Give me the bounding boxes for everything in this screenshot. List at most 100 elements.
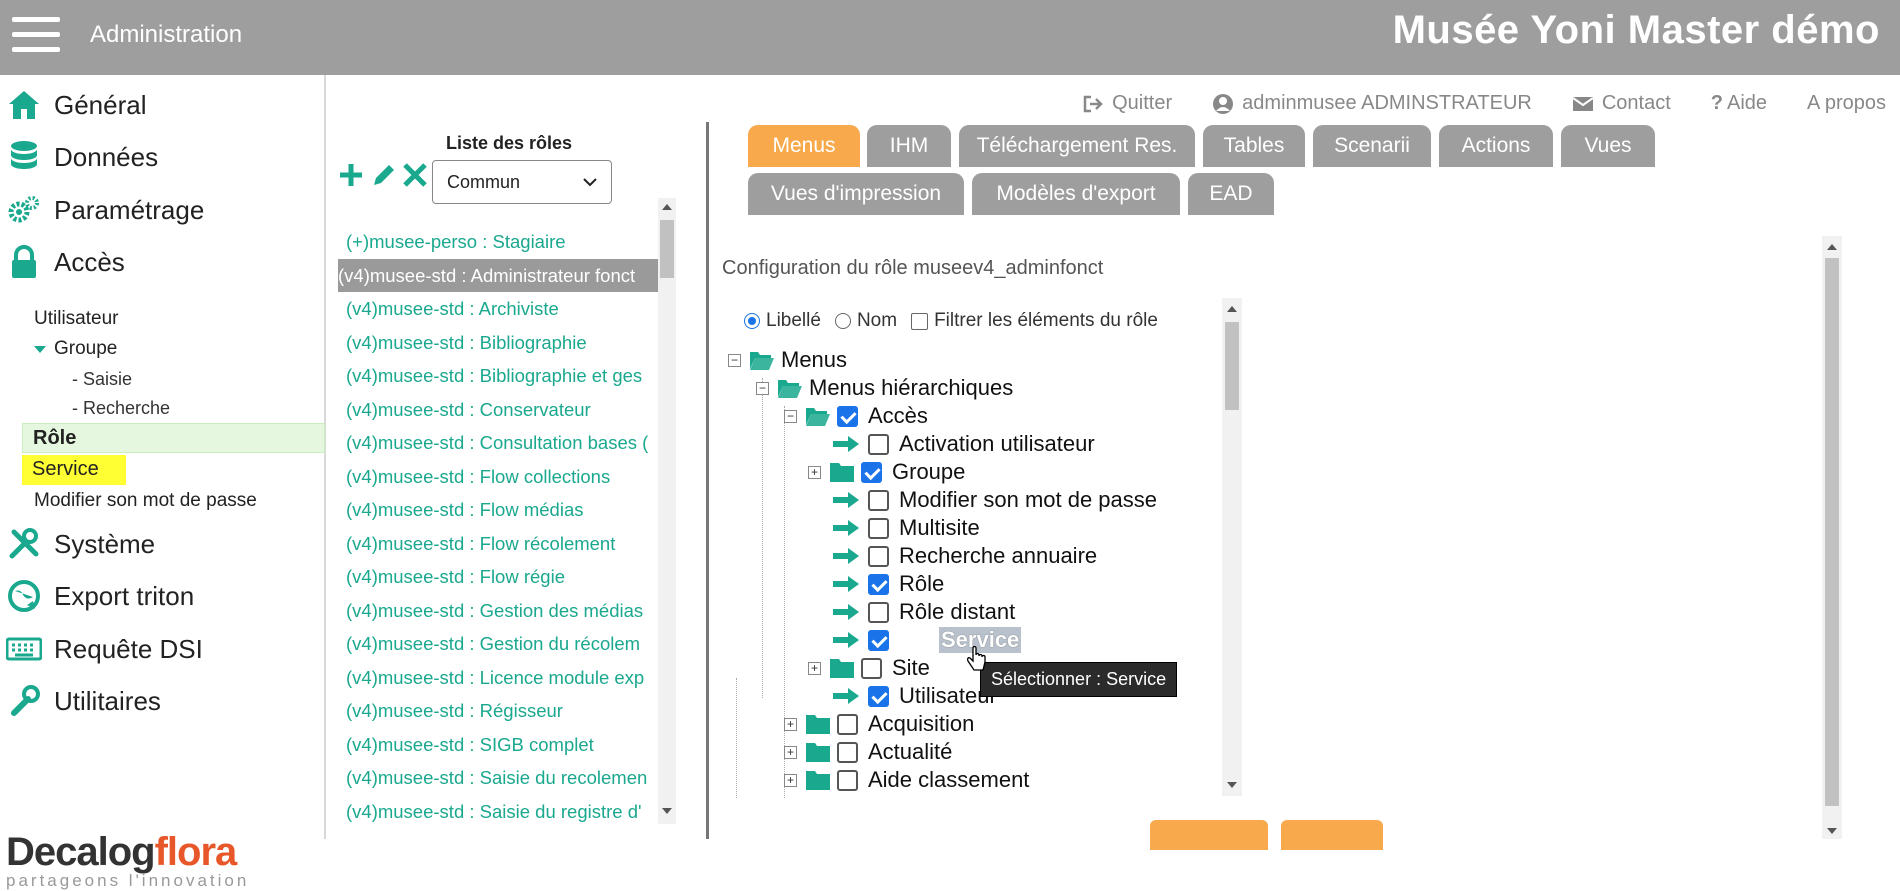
filter-libelle-radio[interactable]: Libellé [744,310,821,332]
tree-checkbox[interactable] [868,629,889,651]
role-list-item[interactable]: (v4)musee-std : Gestion des médias [338,594,666,628]
expand-icon[interactable]: + [784,745,797,759]
tree-node-groupe[interactable]: + Groupe [808,458,965,486]
role-list-item[interactable]: (v4)musee-std : Flow récolement [338,527,666,561]
role-list-item[interactable]: (v4)musee-std : Flow médias [338,493,666,527]
tree-checkbox[interactable] [861,657,882,679]
quitter-link[interactable]: Quitter [1082,92,1172,115]
tree-node-actualite[interactable]: + Actualité [784,738,952,766]
collapse-icon[interactable]: − [756,381,769,395]
tab-ead[interactable]: EAD [1188,173,1274,215]
role-list-item[interactable]: (v4)musee-std : Administrateur fonct [338,258,666,292]
tab-tables[interactable]: Tables [1203,125,1305,167]
tab-vues-impression[interactable]: Vues d'impression [748,173,964,215]
tree-node-service[interactable]: Service [808,626,1022,654]
tree-node-activation-utilisateur[interactable]: Activation utilisateur [808,430,1095,458]
nav-export-triton[interactable]: Export triton [6,576,194,616]
nav-parametrage[interactable]: Paramétrage [6,190,204,230]
user-link[interactable]: adminmusee ADMINSTRATEUR [1212,92,1532,115]
sidebar-item-modifier-mot-de-passe[interactable]: Modifier son mot de passe [34,490,257,512]
filter-nom-radio[interactable]: Nom [834,310,897,332]
tab-menus[interactable]: Menus [748,125,860,167]
edit-pencil-icon[interactable] [370,161,396,189]
nav-requete-dsi[interactable]: Requête DSI [6,629,203,669]
tree-checkbox[interactable] [861,461,882,483]
tree-node-acces[interactable]: − Accès [784,402,928,430]
role-list-item[interactable]: (v4)musee-std : Régisseur [338,694,666,728]
tree-checkbox[interactable] [868,433,889,455]
add-icon[interactable] [338,161,364,189]
panel-divider[interactable] [706,122,709,839]
tree-node-menus-hierarchiques[interactable]: − Menus hiérarchiques [756,374,1013,402]
sidebar-item-utilisateur[interactable]: Utilisateur [34,308,118,330]
nav-acces[interactable]: Accès [6,242,125,282]
filter-role-checkbox[interactable]: Filtrer les éléments du rôle [911,310,1158,332]
primary-action-button[interactable] [1150,820,1268,850]
role-list-item[interactable]: (+)musee-perso : Stagiaire [338,225,666,259]
role-list-item[interactable]: (v4)musee-std : Gestion du récolem [338,627,666,661]
role-list-item[interactable]: (v4)musee-std : Saisie du recolemen [338,761,666,795]
secondary-action-button[interactable] [1281,820,1383,850]
role-list-item[interactable]: (v4)musee-std : Bibliographie et ges [338,359,666,393]
tab-telechargement[interactable]: Téléchargement Res. [959,125,1195,167]
tree-checkbox[interactable] [868,601,889,623]
tab-vues[interactable]: Vues [1561,125,1655,167]
nav-systeme[interactable]: Système [6,524,155,564]
sidebar-item-service[interactable]: Service [22,455,126,485]
collapse-icon[interactable]: − [728,353,741,367]
expand-icon[interactable]: + [784,773,797,787]
tree-checkbox[interactable] [868,545,889,567]
tree-node-modifier-son-mot-de-passe[interactable]: Modifier son mot de passe [808,486,1157,514]
expand-icon[interactable]: + [808,465,821,479]
tree-node-r-le-distant[interactable]: Rôle distant [808,598,1015,626]
collapse-icon[interactable]: − [784,409,797,423]
tab-scenarii[interactable]: Scenarii [1313,125,1431,167]
role-list-item[interactable]: (v4)musee-std : Flow régie [338,560,666,594]
sidebar-item-saisie[interactable]: - Saisie [72,369,132,390]
tree-node-r-le[interactable]: Rôle [808,570,944,598]
tree-node-utilisateur[interactable]: Utilisateur [808,682,997,710]
role-category-select[interactable]: Commun [432,160,612,204]
role-list-item[interactable]: (v4)musee-std : Archiviste [338,292,666,326]
role-list-item[interactable]: (v4)musee-std : Saisie du registre d' [338,795,666,826]
role-list-item[interactable]: (v4)musee-std : Licence module exp [338,661,666,695]
tree-node-site[interactable]: + Site [808,654,930,682]
expand-icon[interactable]: + [784,717,797,731]
contact-link[interactable]: Contact [1572,92,1671,115]
tree-checkbox[interactable] [837,769,858,791]
tree-checkbox[interactable] [868,573,889,595]
role-list-item[interactable]: (v4)musee-std : SIGB complet [338,728,666,762]
tree-checkbox[interactable] [868,685,889,707]
nav-donnees[interactable]: Données [6,137,158,177]
sidebar-item-role[interactable]: Rôle [22,423,325,453]
role-list-item[interactable]: (v4)musee-std : Flow collections [338,460,666,494]
tab-modeles-export[interactable]: Modèles d'export [972,173,1180,215]
tree-node-multisite[interactable]: Multisite [808,514,980,542]
tab-ihm[interactable]: IHM [867,125,951,167]
tree-checkbox[interactable] [868,489,889,511]
tab-actions[interactable]: Actions [1439,125,1553,167]
tree-checkbox[interactable] [837,741,858,763]
tree-node-menus[interactable]: − Menus [728,346,847,374]
apropos-link[interactable]: A propos [1807,92,1886,115]
tree-checkbox[interactable] [868,517,889,539]
tree-node-recherche-annuaire[interactable]: Recherche annuaire [808,542,1097,570]
role-list-item[interactable]: (v4)musee-std : Consultation bases ( [338,426,666,460]
aide-link[interactable]: ? Aide [1711,92,1767,115]
tree-scrollbar[interactable] [1222,298,1242,796]
tree-checkbox[interactable] [837,405,858,427]
nav-general[interactable]: Général [6,85,147,125]
role-list-scrollbar[interactable] [658,198,676,824]
expand-icon[interactable]: + [808,661,821,675]
role-list-item[interactable]: (v4)musee-std : Bibliographie [338,326,666,360]
role-list-item[interactable]: (v4)musee-std : Conservateur [338,393,666,427]
main-scrollbar[interactable] [1822,236,1842,839]
tree-node-aide-classement[interactable]: + Aide classement [784,766,1029,794]
tree-node-acquisition[interactable]: + Acquisition [784,710,974,738]
delete-x-icon[interactable] [402,161,428,189]
hamburger-menu-icon[interactable] [12,17,60,53]
tree-checkbox[interactable] [837,713,858,735]
nav-utilitaires[interactable]: Utilitaires [6,681,161,721]
sidebar-item-recherche[interactable]: - Recherche [72,398,170,419]
sidebar-item-groupe[interactable]: Groupe [34,338,117,360]
